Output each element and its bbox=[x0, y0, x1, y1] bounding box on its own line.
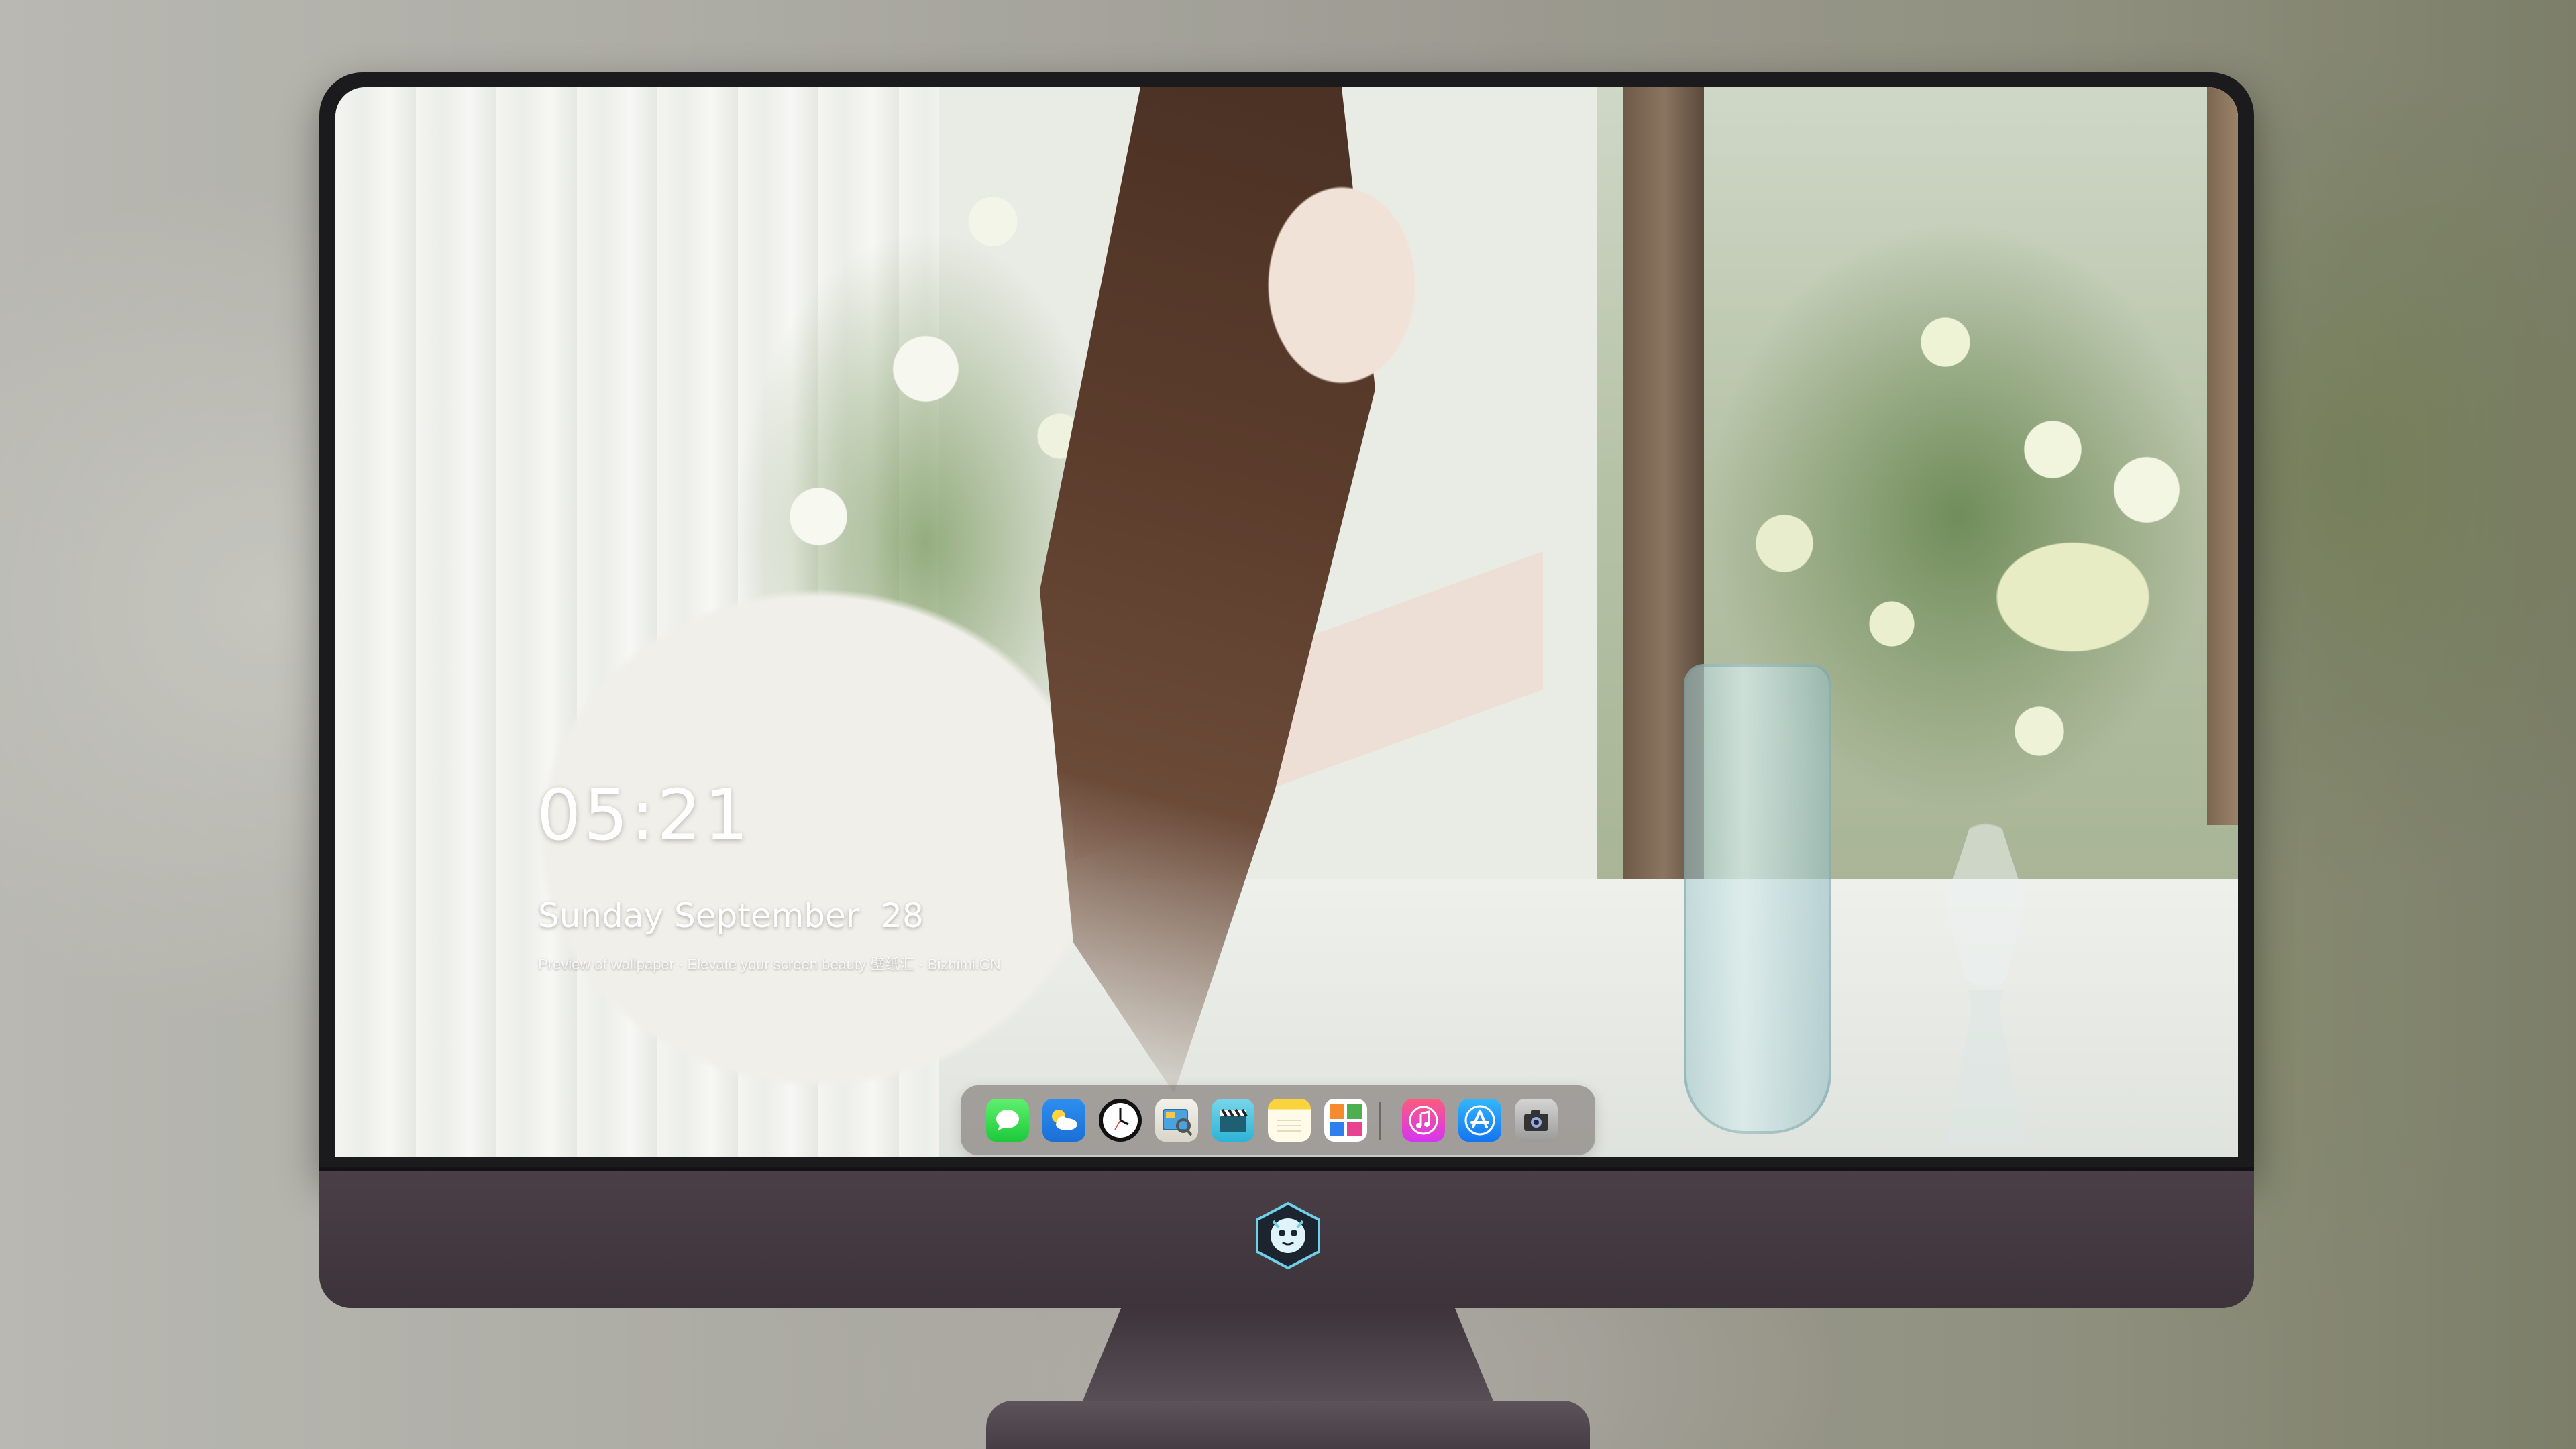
notes-icon[interactable] bbox=[1268, 1099, 1311, 1142]
monitor-stand-foot bbox=[986, 1401, 1590, 1449]
app-store-icon[interactable] bbox=[1458, 1099, 1501, 1142]
brand-logo-icon bbox=[1256, 1201, 1320, 1270]
messages-icon[interactable] bbox=[986, 1099, 1029, 1142]
screen: 05:21 Sunday September 28 Preview of wal… bbox=[335, 87, 2238, 1157]
dock bbox=[961, 1085, 1595, 1155]
photos-icon[interactable] bbox=[1324, 1099, 1367, 1142]
wallpaper-credit: Preview of wallpaper · Elevate your scre… bbox=[538, 956, 1001, 973]
wallpaper-glass-vase bbox=[1684, 664, 1831, 1134]
wallpaper-figure-face bbox=[1254, 174, 1429, 396]
preview-icon[interactable] bbox=[1155, 1099, 1198, 1142]
camera-icon[interactable] bbox=[1515, 1099, 1558, 1142]
clapperboard-icon[interactable] bbox=[1212, 1099, 1254, 1142]
lockscreen-date: Sunday September 28 bbox=[538, 896, 924, 935]
dock-separator bbox=[1379, 1102, 1381, 1140]
monitor: 05:21 Sunday September 28 Preview of wal… bbox=[319, 72, 2254, 1174]
lockscreen-time: 05:21 bbox=[537, 774, 751, 856]
monitor-neck bbox=[1080, 1307, 1496, 1407]
clock-icon[interactable] bbox=[1099, 1099, 1142, 1142]
music-icon[interactable] bbox=[1402, 1099, 1445, 1142]
wallpaper-lily bbox=[1972, 517, 2174, 678]
weather-icon[interactable] bbox=[1042, 1099, 1085, 1142]
